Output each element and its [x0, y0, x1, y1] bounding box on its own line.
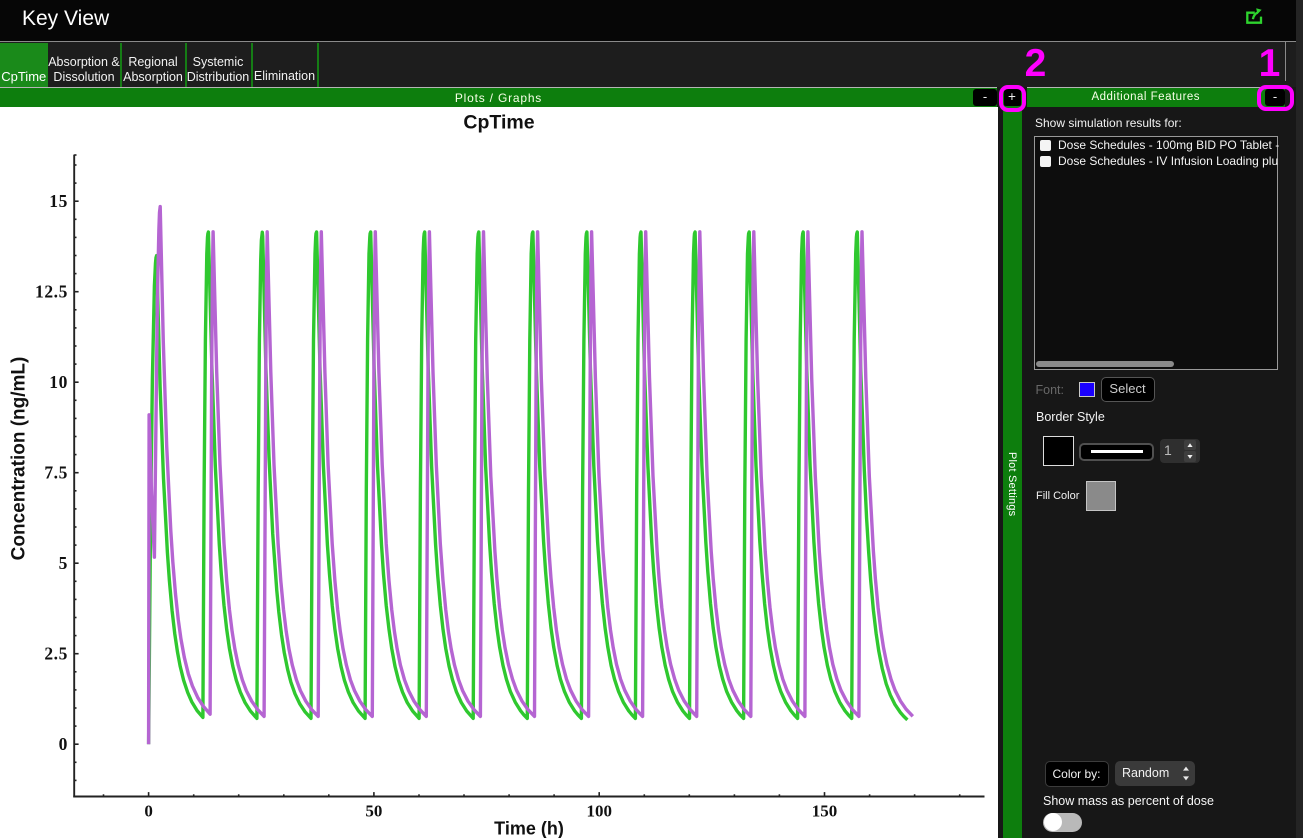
svg-text:12.5: 12.5 — [35, 282, 68, 302]
svg-text:0: 0 — [59, 734, 68, 754]
svg-text:50: 50 — [365, 802, 382, 821]
svg-text:150: 150 — [812, 802, 838, 821]
svg-text:15: 15 — [49, 191, 68, 211]
svg-text:100: 100 — [586, 802, 612, 821]
svg-text:5: 5 — [59, 553, 68, 573]
svg-text:Time (h): Time (h) — [494, 819, 564, 838]
svg-text:CpTime: CpTime — [463, 112, 534, 134]
svg-text:7.5: 7.5 — [44, 463, 68, 483]
svg-text:0: 0 — [144, 802, 153, 821]
svg-text:Concentration (ng/mL): Concentration (ng/mL) — [9, 357, 30, 561]
svg-text:2.5: 2.5 — [44, 644, 68, 664]
svg-text:10: 10 — [49, 372, 68, 392]
